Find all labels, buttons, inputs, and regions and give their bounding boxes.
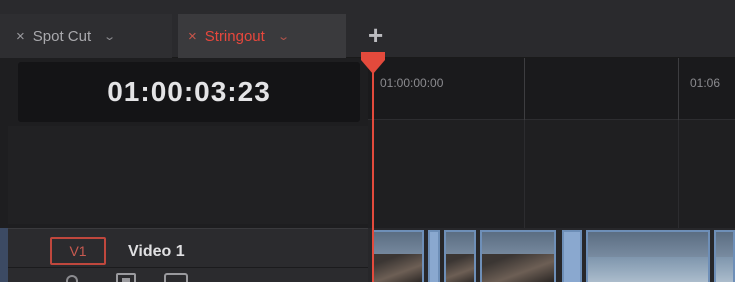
ruler-label: 01:00:00:00 — [380, 76, 444, 90]
timeline-area[interactable]: 01:00:00:00 01:06 — [368, 58, 735, 282]
destination-track-button[interactable]: V1 — [50, 237, 106, 265]
auto-select-icon[interactable] — [116, 273, 136, 282]
track-id: V1 — [69, 243, 87, 259]
video-clip[interactable] — [480, 230, 556, 282]
grid-line — [524, 120, 525, 228]
chevron-down-icon[interactable]: ⌄ — [103, 30, 116, 43]
current-timecode: 01:00:03:23 — [107, 76, 271, 107]
track-color-strip — [0, 228, 8, 282]
ruler-tick — [678, 58, 679, 120]
close-icon[interactable]: × — [188, 28, 197, 45]
divider — [8, 267, 368, 268]
track-header-panel: 01:00:03:23 V1 Video 1 — [0, 58, 368, 282]
close-icon[interactable]: × — [16, 28, 25, 45]
track-header-v1[interactable]: V1 Video 1 — [8, 228, 368, 282]
timeline-tab-bar: × Spot Cut ⌄ × Stringout ⌄ + — [0, 0, 735, 58]
video-clip[interactable] — [372, 230, 424, 282]
chevron-down-icon[interactable]: ⌄ — [277, 30, 290, 43]
lock-icon[interactable] — [66, 275, 78, 282]
video-clip[interactable] — [428, 230, 440, 282]
video-clip[interactable] — [714, 230, 735, 282]
video-clip[interactable] — [562, 230, 582, 282]
ruler-tick — [524, 58, 525, 120]
tab-label: Spot Cut — [32, 27, 92, 45]
header-spacer — [8, 126, 368, 224]
timecode-ruler[interactable]: 01:00:00:00 01:06 — [368, 58, 735, 120]
ruler-label: 01:06 — [690, 76, 721, 90]
tab-stringout[interactable]: × Stringout ⌄ — [178, 14, 346, 58]
playhead-line[interactable] — [372, 58, 374, 282]
tab-spot-cut[interactable]: × Spot Cut ⌄ — [0, 14, 172, 58]
tab-label: Stringout — [204, 27, 265, 45]
plus-icon[interactable]: + — [368, 22, 383, 48]
grid-line — [678, 120, 679, 228]
video-clip[interactable] — [586, 230, 710, 282]
video-clip[interactable] — [444, 230, 476, 282]
track-name[interactable]: Video 1 — [128, 243, 185, 261]
playhead-icon[interactable] — [359, 52, 387, 74]
track-visibility-icon[interactable] — [164, 273, 188, 282]
timecode-display[interactable]: 01:00:03:23 — [18, 62, 360, 122]
